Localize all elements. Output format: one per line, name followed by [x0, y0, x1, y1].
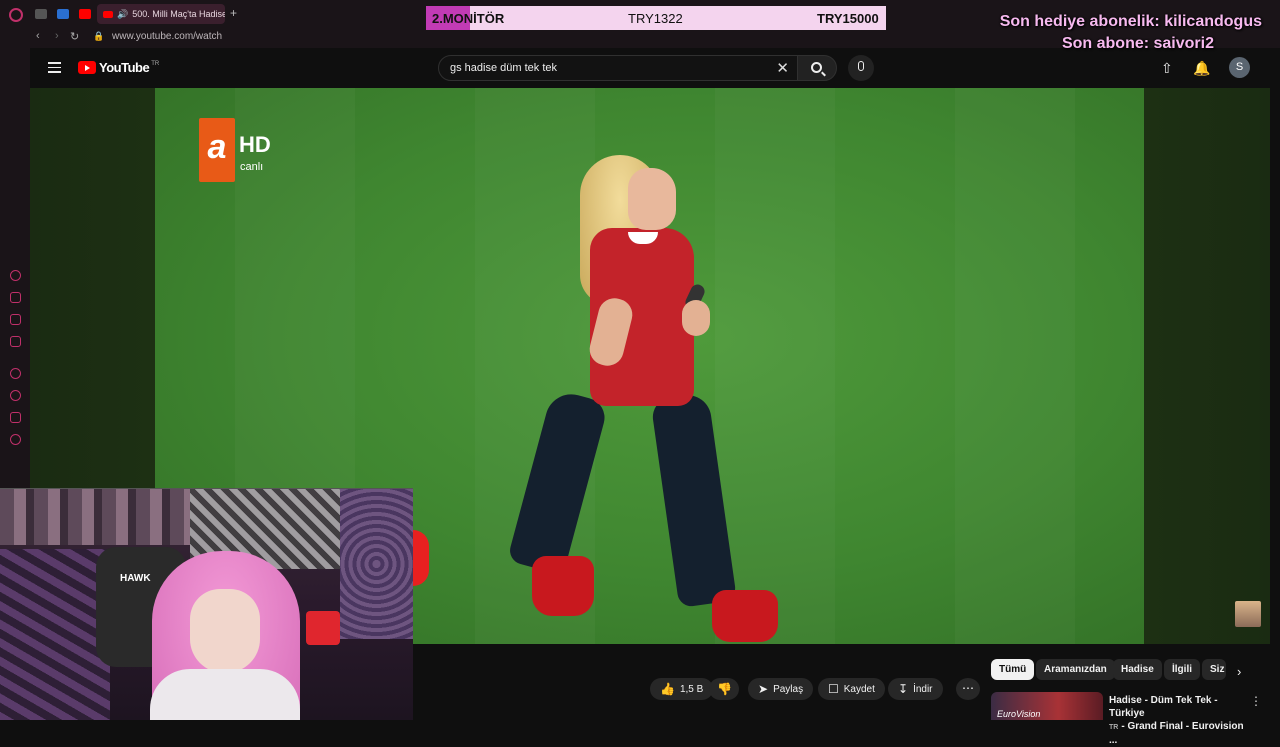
- chip-related[interactable]: İlgili: [1164, 659, 1200, 680]
- avatar[interactable]: S: [1229, 57, 1250, 78]
- download-label: İndir: [913, 683, 933, 695]
- sidebar-ai-icon[interactable]: [10, 270, 21, 281]
- recommendation-menu-icon[interactable]: ⋮: [1250, 694, 1262, 708]
- sidebar-bag-icon[interactable]: [10, 292, 21, 303]
- recommendation-title-line1: Hadise - Düm Tek Tek - Türkiye: [1109, 695, 1218, 719]
- back-button[interactable]: ‹: [36, 30, 40, 42]
- chip-hadise[interactable]: Hadise: [1113, 659, 1162, 680]
- youtube-wordmark: YouTube: [99, 60, 150, 75]
- speaker-icon[interactable]: 🔊: [117, 9, 128, 20]
- dislike-icon: 👎: [717, 682, 732, 696]
- save-button[interactable]: ☐ Kaydet: [818, 678, 885, 700]
- sidebar-history-icon[interactable]: [10, 390, 21, 401]
- like-icon: 👍: [660, 682, 675, 696]
- chip-all[interactable]: Tümü: [991, 659, 1035, 680]
- chevron-right-icon[interactable]: ›: [1237, 664, 1241, 679]
- reload-button[interactable]: ↻: [70, 30, 79, 43]
- channel-logo-live: canlı: [240, 161, 264, 173]
- forward-button[interactable]: ›: [55, 30, 59, 42]
- save-icon: ☐: [828, 682, 839, 696]
- tab-title: 500. Milli Maç'ta Hadise: [132, 9, 225, 19]
- sidebar-extension-icon[interactable]: [10, 412, 21, 423]
- decorative-shape: [413, 530, 429, 586]
- recommendation-thumb-text: EuroVision: [997, 709, 1041, 719]
- webcam-mic: [306, 611, 340, 645]
- download-button[interactable]: ↧ İndir: [888, 678, 943, 700]
- hamburger-icon[interactable]: [48, 62, 61, 76]
- save-label: Kaydet: [843, 683, 875, 695]
- more-icon[interactable]: ⋯: [956, 678, 980, 700]
- price-2: TRY15000: [817, 11, 879, 26]
- like-count: 1,5 B: [679, 683, 704, 695]
- last-gift-sub: Son hediye abonelik: kilicandogus: [999, 13, 1262, 30]
- recommendation-region: TR: [1109, 724, 1119, 731]
- channel-logo-hd: HD: [239, 132, 271, 157]
- chip-you[interactable]: Siz: [1202, 659, 1226, 680]
- hoodie-text: HAWK: [120, 573, 151, 584]
- voice-search-button[interactable]: [848, 55, 874, 81]
- sidebar-play-icon[interactable]: [10, 368, 21, 379]
- channel-logo-letter: a: [199, 118, 235, 182]
- dislike-button[interactable]: 👎: [709, 678, 739, 700]
- sidebar-settings-icon[interactable]: [10, 434, 21, 445]
- upload-icon[interactable]: ⇧: [1161, 60, 1173, 77]
- recommendation-title-line2: - Grand Final - Eurovision ...: [1109, 721, 1244, 746]
- channel-watermark: a HD canlı: [199, 118, 271, 182]
- download-icon: ↧: [898, 682, 909, 696]
- youtube-play-icon: [78, 61, 96, 74]
- sidebar-m-icon[interactable]: [10, 336, 21, 347]
- pinned-tab-icon[interactable]: [35, 9, 47, 19]
- sidebar-edit-icon[interactable]: [10, 314, 21, 325]
- youtube-logo[interactable]: YouTube TR: [78, 60, 159, 75]
- search-icon: [811, 62, 822, 73]
- price-1: TRY1322: [628, 11, 683, 26]
- lock-icon: 🔒: [93, 31, 105, 41]
- pinned-tab-icon[interactable]: [57, 9, 69, 19]
- new-tab-button[interactable]: +: [230, 6, 237, 20]
- monitor-label: 2.MONİTÖR: [432, 11, 505, 26]
- clear-icon[interactable]: ✕: [776, 59, 789, 77]
- recommendation-title[interactable]: Hadise - Düm Tek Tek - Türkiye TR - Grand…: [1109, 694, 1249, 747]
- search-input[interactable]: gs hadise düm tek tek ✕: [438, 55, 798, 81]
- youtube-tab-icon[interactable]: [79, 9, 91, 19]
- last-sub: Son abone: saivori2: [1061, 35, 1214, 52]
- share-icon: ➤: [758, 682, 769, 696]
- share-label: Paylaş: [773, 683, 804, 695]
- mini-avatar[interactable]: [1235, 601, 1261, 627]
- search-button[interactable]: [797, 55, 837, 81]
- youtube-favicon-icon: [103, 10, 113, 18]
- like-button[interactable]: 👍 1,5 B: [650, 678, 714, 700]
- bell-icon[interactable]: 🔔: [1193, 60, 1210, 77]
- share-button[interactable]: ➤ Paylaş: [748, 678, 814, 700]
- recommendation-thumbnail[interactable]: EuroVision: [991, 692, 1103, 720]
- monitor-bar: 2.MONİTÖR TRY1322 TRY15000: [426, 6, 886, 30]
- region-label: TR: [151, 60, 160, 67]
- search-query: gs hadise düm tek tek: [450, 62, 558, 74]
- webcam-overlay: HAWK: [0, 488, 413, 720]
- chip-from-search[interactable]: Aramanızdan: [1036, 659, 1115, 680]
- opera-icon[interactable]: [9, 8, 23, 22]
- browser-tab-active[interactable]: 🔊 500. Milli Maç'ta Hadise: [97, 4, 225, 24]
- subscriber-overlay: Son hediye abonelik: kilicandogus Son ab…: [1000, 11, 1262, 55]
- mic-icon: [858, 61, 864, 71]
- address-bar[interactable]: www.youtube.com/watch: [112, 31, 222, 42]
